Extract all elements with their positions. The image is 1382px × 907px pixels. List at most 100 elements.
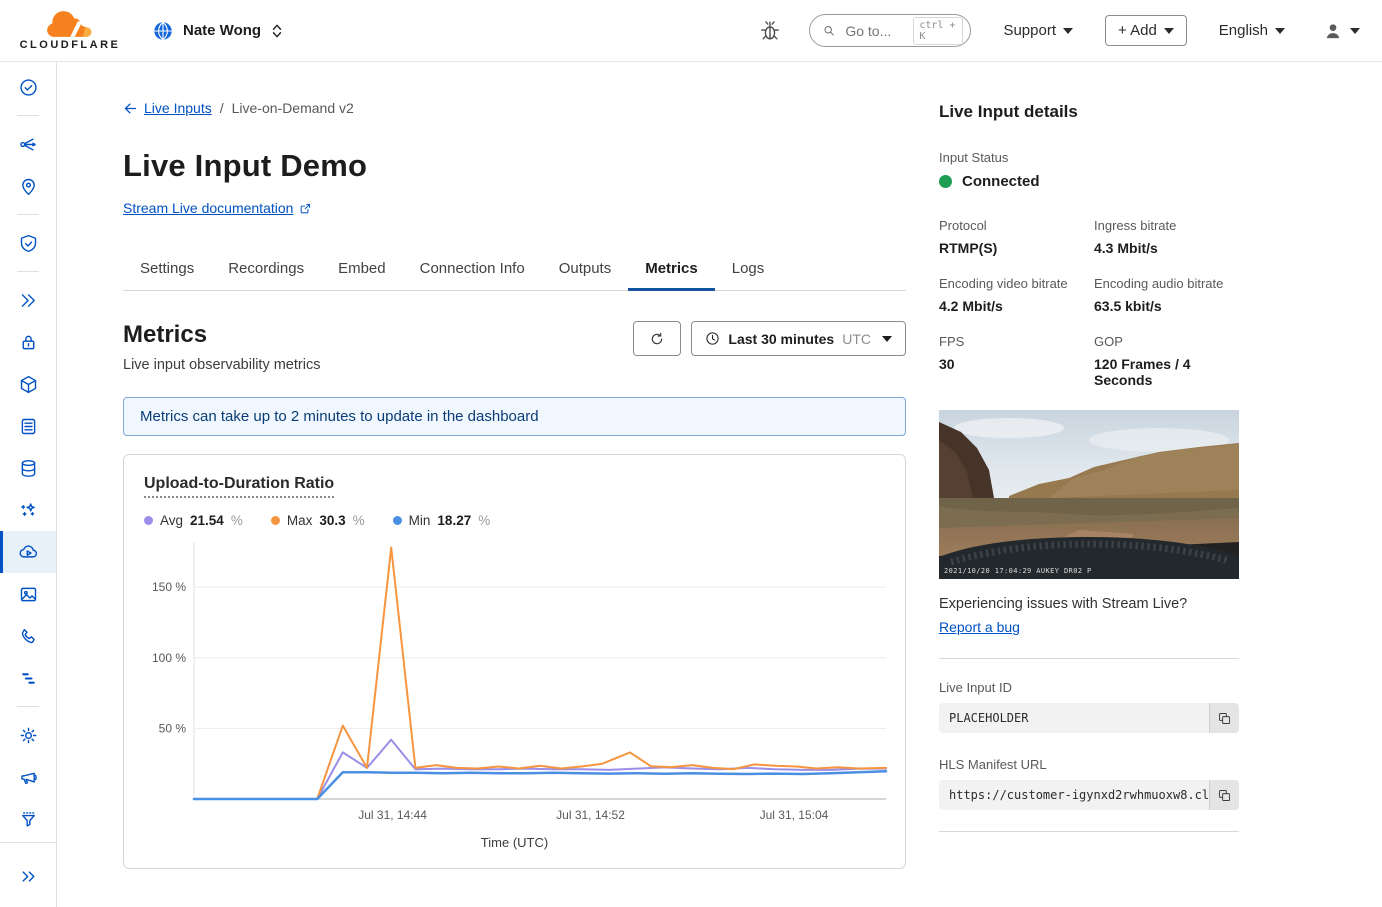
tab-outputs[interactable]: Outputs [542, 250, 629, 291]
tab-embed[interactable]: Embed [321, 250, 403, 291]
hls-manifest-url-value: https://customer-igynxd2rwhmuoxw8.cloudf [939, 780, 1209, 810]
legend-series-unit: % [478, 513, 490, 528]
live-input-id-value: PLACEHOLDER [939, 703, 1209, 733]
detail-value: 120 Frames / 4 Seconds [1094, 356, 1239, 388]
breadcrumb-back-label: Live Inputs [144, 100, 212, 116]
cloudflare-cloud-icon [39, 11, 101, 41]
support-menu[interactable]: Support [997, 21, 1079, 40]
sidebar-item-queues[interactable] [0, 657, 56, 699]
sidebar-item-server-stack[interactable] [0, 405, 56, 447]
metrics-controls: Last 30 minutes UTC [633, 321, 906, 356]
legend-series-value: 18.27 [437, 513, 471, 528]
clock-icon [705, 331, 720, 346]
time-zone-label: UTC [842, 331, 871, 347]
metrics-subtitle: Live input observability metrics [123, 357, 320, 373]
legend-dot [393, 516, 402, 525]
sidebar-item-speed-chevrons[interactable] [0, 279, 56, 321]
live-input-id-field: PLACEHOLDER [939, 703, 1239, 733]
tab-logs[interactable]: Logs [715, 250, 782, 291]
bug-report-icon[interactable] [757, 17, 783, 45]
user-icon [1323, 21, 1343, 41]
sidebar-item-workers-cube[interactable] [0, 363, 56, 405]
language-menu[interactable]: English [1213, 21, 1291, 40]
detail-gop: GOP 120 Frames / 4 Seconds [1094, 334, 1239, 388]
live-video-preview: 2021/10/20 17:04:29 AUKEY DR02 P [939, 410, 1239, 579]
report-bug-link[interactable]: Report a bug [939, 619, 1020, 635]
chart-title: Upload-to-Duration Ratio [144, 475, 334, 498]
refresh-button[interactable] [633, 321, 681, 356]
detail-value: RTMP(S) [939, 240, 1084, 256]
issues-text: Experiencing issues with Stream Live? [939, 596, 1239, 612]
sidebar-item-ai-sparkles[interactable] [0, 489, 56, 531]
page-root: CLOUDFLARE Nate Wong [0, 0, 1382, 907]
detail-label: GOP [1094, 334, 1239, 349]
workers-cube-icon [18, 374, 39, 395]
status-dot-connected [939, 175, 952, 188]
chart-x-axis-label: Time (UTC) [142, 835, 887, 850]
legend-dot [144, 516, 153, 525]
legend-series-value: 21.54 [190, 513, 224, 528]
sidebar-divider [17, 115, 39, 116]
sidebar-item-stream-cloud-play[interactable] [0, 531, 56, 573]
input-status-row: Connected [939, 173, 1239, 190]
live-input-content: Live Inputs / Live-on-Demand v2 Live Inp… [123, 100, 906, 869]
search-icon [823, 23, 835, 38]
sidebar-item-gear-settings[interactable] [0, 714, 56, 756]
sidebar-item-database[interactable] [0, 447, 56, 489]
chevron-down-icon [882, 336, 892, 342]
search-input[interactable] [843, 22, 905, 40]
metrics-chart[interactable]: 50 %100 %150 %Jul 31, 14:44Jul 31, 14:52… [142, 536, 889, 826]
sidebar-item-location-pin[interactable] [0, 165, 56, 207]
sidebar-item-network-share[interactable] [0, 123, 56, 165]
global-search[interactable]: ctrl + K [809, 14, 971, 47]
add-button[interactable]: + Add [1105, 15, 1187, 46]
chart-card: Upload-to-Duration Ratio Avg21.54%Max30.… [123, 454, 906, 869]
lock-ssl-icon [18, 332, 39, 353]
sidebar-item-shield-security[interactable] [0, 222, 56, 264]
sidebar-item-images[interactable] [0, 573, 56, 615]
live-input-details-panel: Live Input details Input Status Connecte… [939, 100, 1239, 869]
metrics-info-banner: Metrics can take up to 2 minutes to upda… [123, 397, 906, 436]
detail-fps: FPS30 [939, 334, 1084, 388]
account-picker[interactable]: Nate Wong [152, 20, 284, 42]
video-frame [939, 410, 1239, 579]
tab-recordings[interactable]: Recordings [211, 250, 321, 291]
tab-bar: SettingsRecordingsEmbedConnection InfoOu… [123, 250, 906, 291]
copy-icon [1217, 788, 1232, 803]
copy-icon [1217, 711, 1232, 726]
stream-cloud-play-icon [18, 542, 39, 563]
svg-text:Jul 31, 14:44: Jul 31, 14:44 [358, 808, 427, 822]
sidebar-item-time-check[interactable] [0, 66, 56, 108]
legend-item-avg: Avg21.54% [144, 513, 243, 528]
sidebar-item-lock-ssl[interactable] [0, 321, 56, 363]
account-switcher-icon [270, 22, 284, 40]
sidebar-item-phone-calls[interactable] [0, 615, 56, 657]
breadcrumb-back-link[interactable]: Live Inputs [123, 100, 212, 116]
search-shortcut-badge: ctrl + K [913, 17, 963, 45]
live-input-id-label: Live Input ID [939, 680, 1239, 695]
input-status-label: Input Status [939, 150, 1239, 165]
queues-icon [18, 668, 39, 689]
documentation-link-label: Stream Live documentation [123, 200, 293, 216]
cloudflare-logo[interactable]: CLOUDFLARE [14, 11, 126, 51]
sidebar-divider [17, 214, 39, 215]
detail-value: 30 [939, 356, 1084, 372]
copy-live-input-id-button[interactable] [1209, 703, 1239, 733]
documentation-link[interactable]: Stream Live documentation [123, 200, 312, 216]
copy-hls-url-button[interactable] [1209, 780, 1239, 810]
legend-series-name: Max [287, 513, 313, 528]
sidebar-item-megaphone[interactable] [0, 756, 56, 798]
detail-protocol: ProtocolRTMP(S) [939, 218, 1084, 256]
add-label: + Add [1118, 22, 1157, 39]
ai-sparkles-icon [18, 500, 39, 521]
sidebar-collapse-button[interactable] [0, 855, 56, 897]
tab-metrics[interactable]: Metrics [628, 250, 715, 291]
tab-connection-info[interactable]: Connection Info [403, 250, 542, 291]
stream-details-grid: ProtocolRTMP(S)Ingress bitrate4.3 Mbit/s… [939, 218, 1239, 388]
video-timestamp-overlay: 2021/10/20 17:04:29 AUKEY DR02 P [944, 567, 1092, 575]
sidebar-item-funnel[interactable] [0, 798, 56, 840]
legend-series-name: Min [409, 513, 431, 528]
tab-settings[interactable]: Settings [123, 250, 211, 291]
user-menu[interactable] [1317, 20, 1366, 42]
time-range-dropdown[interactable]: Last 30 minutes UTC [691, 321, 906, 356]
